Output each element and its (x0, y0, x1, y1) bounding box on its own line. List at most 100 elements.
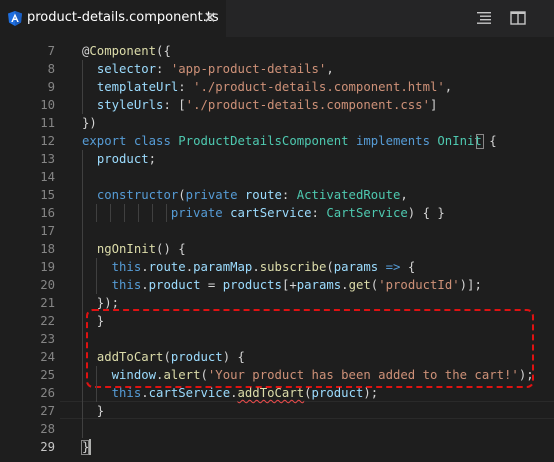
angular-icon (8, 11, 22, 26)
code-line[interactable]: 16 private cartService: CartService) { } (0, 204, 554, 222)
code-line[interactable]: 24 addToCart(product) { (0, 348, 554, 366)
code-editor[interactable]: 7 @Component({8 selector: 'app-product-de… (0, 37, 554, 462)
code-token: subscribe (259, 260, 327, 274)
code-line[interactable]: 18 ngOnInit() { (0, 240, 554, 258)
code-text: } (82, 402, 104, 420)
code-token: params (333, 260, 379, 274)
code-token: : [ (163, 98, 186, 112)
code-token: window (111, 368, 157, 382)
code-line[interactable]: 21 }); (0, 294, 554, 312)
code-token: [+ (281, 278, 297, 292)
code-line[interactable]: 13 product; (0, 150, 554, 168)
code-token: . (141, 386, 149, 400)
code-token: product (148, 278, 201, 292)
code-line[interactable]: 28 (0, 420, 554, 438)
code-token: cartService (148, 386, 231, 400)
indent-guide (82, 420, 83, 438)
code-token: } (82, 404, 105, 418)
bracket-match-box (81, 440, 89, 455)
code-token: private (170, 206, 223, 220)
code-token: ngOnInit (96, 242, 157, 256)
code-line[interactable]: 22 } (0, 312, 554, 330)
code-line[interactable]: 17 (0, 222, 554, 240)
line-number: 28 (40, 422, 55, 436)
code-token: 'app-product-details' (170, 62, 327, 76)
line-number: 10 (40, 98, 55, 112)
code-line[interactable]: 27 } (0, 402, 554, 420)
code-text: constructor(private route: ActivatedRout… (82, 186, 408, 204)
indent-guide (82, 330, 83, 348)
code-line[interactable]: 14 (0, 168, 554, 186)
code-token: product (311, 386, 364, 400)
line-number: 11 (40, 116, 55, 130)
code-token: , (444, 80, 453, 94)
code-line[interactable]: 9 templateUrl: './product-details.compon… (0, 78, 554, 96)
line-number: 23 (40, 332, 55, 346)
line-number: 8 (47, 62, 55, 76)
line-number: 20 (40, 278, 55, 292)
code-line[interactable]: 11}) (0, 114, 554, 132)
code-token: class (133, 134, 171, 148)
code-line[interactable]: 12 export class ProductDetailsComponent i… (0, 132, 554, 150)
line-number: 13 (40, 152, 55, 166)
code-text: addToCart(product) { (82, 348, 245, 366)
close-icon[interactable]: ✕ (203, 9, 217, 27)
code-text: ngOnInit() { (82, 240, 186, 258)
code-line[interactable]: 15 constructor(private route: ActivatedR… (0, 186, 554, 204)
split-editor-icon[interactable] (509, 9, 527, 27)
code-token: : (156, 62, 171, 76)
line-number: 19 (40, 260, 55, 274)
line-number: 12 (40, 134, 55, 148)
code-line[interactable]: 8 selector: 'app-product-details', (0, 60, 554, 78)
code-text: export class ProductDetailsComponent imp… (82, 132, 497, 150)
code-text: @Component({ (82, 42, 171, 60)
code-text: } (82, 312, 104, 330)
code-line[interactable]: 19 this.route.paramMap.subscribe(params … (0, 258, 554, 276)
code-line[interactable]: 10 styleUrls: ['./product-details.compon… (0, 96, 554, 114)
code-line[interactable]: 23 (0, 330, 554, 348)
code-token: route (148, 260, 186, 274)
code-line[interactable]: 7 @Component({ (0, 42, 554, 60)
line-number: 16 (40, 206, 55, 220)
line-number: 21 (40, 296, 55, 310)
code-token: products (222, 278, 282, 292)
code-line[interactable]: 20 this.product = products[+params.get('… (0, 276, 554, 294)
code-token: ProductDetailsComponent (178, 134, 349, 148)
code-text: product; (82, 150, 156, 168)
code-token: paramMap (193, 260, 253, 274)
code-token: )]; (459, 278, 482, 292)
editor-tab[interactable]: product-details.component.ts ✕ (0, 0, 226, 37)
code-token: ( (304, 386, 312, 400)
code-line[interactable]: 25 window.alert('Your product has been a… (0, 366, 554, 384)
outline-icon[interactable] (475, 9, 493, 27)
code-token: alert (163, 368, 201, 382)
code-text: private cartService: CartService) { } (82, 204, 445, 222)
line-number: 7 (47, 44, 55, 58)
bracket-match-box (476, 134, 484, 149)
code-token: () { (156, 242, 186, 256)
code-token: export (82, 134, 127, 148)
code-token: constructor (96, 188, 179, 202)
line-number: 9 (47, 80, 55, 94)
code-text: styleUrls: ['./product-details.component… (82, 96, 438, 114)
code-text: this.cartService.addToCart(product); (82, 384, 379, 402)
code-token: = (200, 278, 223, 292)
text-cursor (89, 439, 91, 455)
code-text: this.product = products[+params.get('pro… (82, 276, 482, 294)
code-token: product (96, 152, 149, 166)
code-line[interactable]: 26 this.cartService.addToCart(product); (0, 384, 554, 402)
code-token: this (111, 278, 142, 292)
code-text: }) (82, 114, 97, 132)
line-number: 18 (40, 242, 55, 256)
